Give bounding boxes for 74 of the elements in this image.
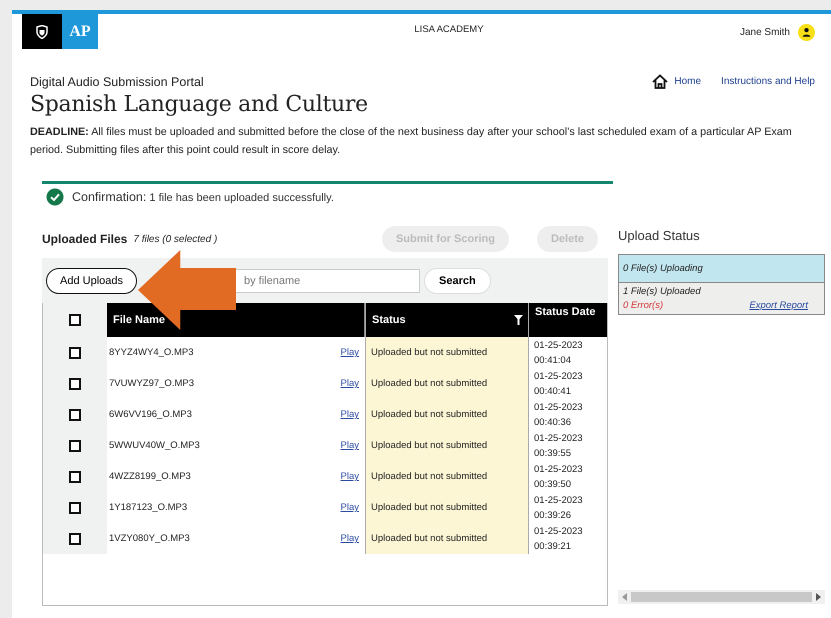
page-title: Spanish Language and Culture xyxy=(30,92,369,117)
confirmation-text: Confirmation: 1 file has been uploaded successfully. xyxy=(72,190,334,204)
deadline-text: DEADLINE: All files must be uploaded and submitted before the close of the next business day after your school’s last scheduled exam of a particular AP Exam period. Submitting files after this point could result in score delay. xyxy=(30,125,793,158)
status-date: 01-25-2023 xyxy=(534,432,584,446)
status-date: 01-25-2023 xyxy=(534,338,584,352)
play-link[interactable]: Play xyxy=(340,533,359,544)
play-link[interactable]: Play xyxy=(340,440,359,451)
home-link[interactable]: Home xyxy=(652,74,702,89)
portal-name: Digital Audio Submission Portal xyxy=(30,74,205,88)
shield-icon xyxy=(36,24,48,38)
panel-title: Upload Status xyxy=(618,226,701,245)
file-count: 7 files (0 selected ) xyxy=(133,234,218,244)
file-name: 4WZZ8199_O.MP3 xyxy=(109,471,191,482)
status-time: 00:39:21 xyxy=(534,540,572,554)
checkbox[interactable] xyxy=(69,440,81,452)
status-time: 00:40:36 xyxy=(534,416,572,430)
checkbox[interactable] xyxy=(69,346,81,358)
checkbox[interactable] xyxy=(69,470,81,482)
checkbox[interactable] xyxy=(69,502,81,514)
column-header: Status xyxy=(372,314,406,326)
uploading-count: 0 File(s) Uploading xyxy=(623,263,703,274)
status-date: 01-25-2023 xyxy=(534,370,584,384)
uploaded-count: 1 File(s) Uploaded xyxy=(623,286,702,297)
user-name[interactable]: Jane Smith xyxy=(740,27,790,38)
error-count: 0 Error(s) xyxy=(623,300,664,311)
status-date: 01-25-2023 xyxy=(534,400,584,414)
add-uploads-button[interactable]: Add Uploads xyxy=(46,268,137,294)
status-cell: Uploaded but not submitted xyxy=(365,492,529,523)
status-time: 00:39:50 xyxy=(534,478,572,492)
home-icon xyxy=(652,74,668,89)
play-link[interactable]: Play xyxy=(340,378,359,389)
play-link[interactable]: Play xyxy=(340,471,359,482)
help-link[interactable]: Instructions and Help xyxy=(721,76,815,87)
status-cell: Uploaded but not submitted xyxy=(365,430,529,461)
export-link[interactable]: Export Report xyxy=(749,300,808,311)
status-time: 00:40:41 xyxy=(534,384,572,398)
status-time: 00:39:55 xyxy=(534,446,572,460)
status-cell: Uploaded but not submitted xyxy=(365,461,529,492)
file-name: 6W6VV196_O.MP3 xyxy=(109,409,192,420)
status-cell: Uploaded but not submitted xyxy=(365,337,529,368)
school-name: LISA ACADEMY xyxy=(413,23,485,35)
play-link[interactable]: Play xyxy=(340,502,359,513)
file-name: 8YYZ4WY4_O.MP3 xyxy=(109,347,194,358)
status-time: 00:41:04 xyxy=(534,354,572,368)
column-header: File Name xyxy=(107,303,365,337)
home-text: Home xyxy=(674,76,702,87)
file-name: 1Y187123_O.MP3 xyxy=(109,502,188,513)
check-icon xyxy=(46,188,64,206)
status-cell: Uploaded but not submitted xyxy=(365,523,529,554)
section-title: Uploaded Files xyxy=(42,232,128,246)
status-date: 01-25-2023 xyxy=(534,524,584,538)
column-header: Status Date xyxy=(529,303,607,337)
scroll-right-icon[interactable] xyxy=(816,593,821,601)
filter-icon[interactable] xyxy=(514,315,523,325)
search-field[interactable]: by filename xyxy=(236,268,420,292)
file-name: 5WWUV40W_O.MP3 xyxy=(109,440,200,451)
play-link[interactable]: Play xyxy=(340,347,359,358)
play-link[interactable]: Play xyxy=(340,409,359,420)
file-name: 1VZY080Y_O.MP3 xyxy=(109,533,190,544)
status-date: 01-25-2023 xyxy=(534,494,584,508)
checkbox[interactable] xyxy=(69,314,81,326)
user-icon[interactable] xyxy=(798,24,815,41)
search-button[interactable]: Search xyxy=(424,268,491,294)
logo-text: AP xyxy=(62,14,98,49)
status-time: 00:39:26 xyxy=(534,508,572,522)
status-date: 01-25-2023 xyxy=(534,462,584,476)
status-cell: Uploaded but not submitted xyxy=(365,368,529,399)
checkbox[interactable] xyxy=(69,532,81,544)
status-cell: Uploaded but not submitted xyxy=(365,399,529,430)
file-name: 7VUWYZ97_O.MP3 xyxy=(109,378,194,389)
search-input[interactable]: by filename xyxy=(242,274,419,288)
scrollbar[interactable] xyxy=(618,590,825,604)
checkbox[interactable] xyxy=(69,378,81,390)
checkbox[interactable] xyxy=(69,408,81,420)
